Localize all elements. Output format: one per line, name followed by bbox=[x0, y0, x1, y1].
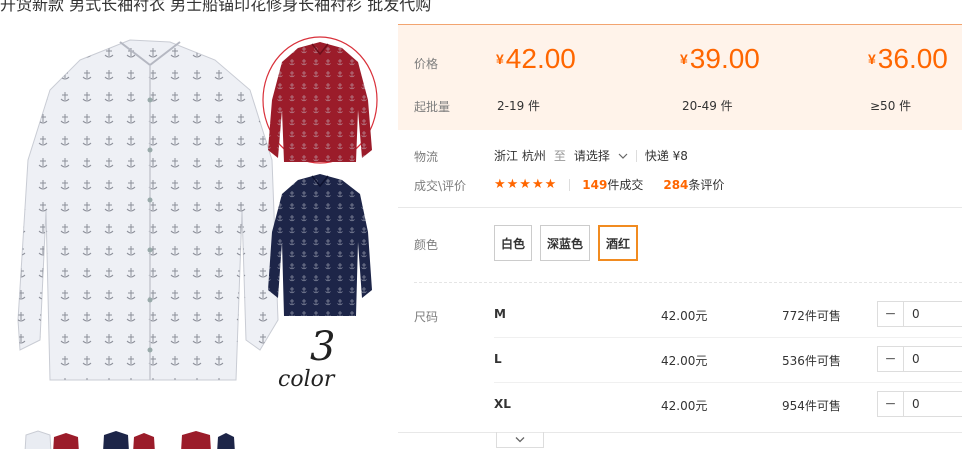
expand-sizes-button[interactable] bbox=[496, 432, 544, 448]
quantity-stepper: − 0 bbox=[877, 346, 962, 372]
chevron-down-icon bbox=[515, 437, 525, 443]
shipping-method: 快递 ¥8 bbox=[644, 149, 688, 163]
size-name: XL bbox=[494, 397, 511, 411]
size-name: M bbox=[494, 307, 506, 321]
rating-stars: ★★★★★ bbox=[494, 177, 558, 192]
qty-label: 起批量 bbox=[414, 100, 451, 114]
quantity-stepper: − 0 bbox=[877, 301, 962, 327]
color-options: 白色 深蓝色 酒红 bbox=[494, 225, 639, 261]
minus-button[interactable]: − bbox=[878, 392, 904, 416]
quantity-input[interactable]: 0 bbox=[904, 302, 962, 326]
price-tier-1: ¥42.00 bbox=[496, 43, 576, 74]
purchase-panel: 价格 起批量 ¥42.00 2-19 件 ¥39.00 20-49 件 ¥36.… bbox=[398, 24, 962, 449]
price-box: 价格 起批量 ¥42.00 2-19 件 ¥39.00 20-49 件 ¥36.… bbox=[398, 24, 962, 130]
product-gallery: 3 color bbox=[0, 20, 390, 449]
price-tier-2: ¥39.00 bbox=[680, 43, 760, 74]
navy-shirt bbox=[268, 174, 372, 316]
sold-count-link[interactable]: 149件成交 bbox=[582, 176, 643, 193]
deal-row: ★★★★★ 149件成交 284条评价 bbox=[494, 176, 724, 193]
chevron-down-icon bbox=[618, 153, 628, 159]
qty-tier-3: ≥50 件 bbox=[870, 99, 912, 113]
qty-tier-2: 20-49 件 bbox=[682, 99, 733, 113]
badge-number: 3 bbox=[310, 324, 335, 370]
quantity-input[interactable]: 0 bbox=[904, 347, 962, 371]
size-row-xl: XL 42.00元 954件可售 − 0 bbox=[398, 382, 962, 427]
thumbnail-strip bbox=[22, 425, 240, 449]
minus-button[interactable]: − bbox=[878, 347, 904, 371]
price-tier-3: ¥36.00 bbox=[868, 43, 948, 74]
thumbnail-navy-red[interactable] bbox=[100, 425, 162, 449]
white-shirt bbox=[17, 39, 279, 381]
main-product-image[interactable]: 3 color bbox=[10, 20, 382, 415]
thumbnail-white-red[interactable] bbox=[22, 425, 84, 449]
color-option-wine-red[interactable]: 酒红 bbox=[598, 225, 639, 261]
price-label: 价格 bbox=[414, 57, 439, 71]
logistics-row: 浙江 杭州 至 请选择 快递 ¥8 bbox=[494, 147, 688, 164]
red-shirt bbox=[268, 42, 372, 162]
color-option-white[interactable]: 白色 bbox=[494, 225, 533, 261]
product-title: 开货新款 男式长袖衬衣 男士船锚印花修身长袖衬衫 批发代购 bbox=[0, 0, 432, 14]
size-row-m: M 42.00元 772件可售 − 0 bbox=[398, 292, 962, 337]
deal-label: 成交\评价 bbox=[414, 179, 467, 193]
thumbnail-red-navy[interactable] bbox=[178, 425, 240, 449]
color-label: 颜色 bbox=[414, 238, 439, 252]
size-row-l: L 42.00元 536件可售 − 0 bbox=[398, 337, 962, 382]
qty-tier-1: 2-19 件 bbox=[497, 99, 541, 113]
section-divider bbox=[414, 282, 962, 283]
quantity-input[interactable]: 0 bbox=[904, 392, 962, 416]
destination-select[interactable]: 请选择 bbox=[574, 147, 628, 164]
badge-text: color bbox=[278, 367, 336, 392]
divider bbox=[635, 149, 637, 162]
quantity-stepper: − 0 bbox=[877, 391, 962, 417]
size-name: L bbox=[494, 352, 502, 366]
to-word: 至 bbox=[553, 149, 566, 163]
review-count-link[interactable]: 284条评价 bbox=[663, 176, 724, 193]
logistics-label: 物流 bbox=[414, 150, 439, 164]
origin-location: 浙江 杭州 bbox=[494, 149, 546, 163]
section-divider bbox=[398, 207, 962, 208]
divider bbox=[569, 178, 571, 191]
size-price: 42.00元 bbox=[661, 309, 708, 323]
section-divider bbox=[398, 432, 962, 433]
size-price: 42.00元 bbox=[661, 354, 708, 368]
size-price: 42.00元 bbox=[661, 399, 708, 413]
minus-button[interactable]: − bbox=[878, 302, 904, 326]
color-option-navy[interactable]: 深蓝色 bbox=[540, 225, 591, 261]
size-stock: 772件可售 bbox=[782, 309, 841, 323]
size-stock: 954件可售 bbox=[782, 399, 841, 413]
size-stock: 536件可售 bbox=[782, 354, 841, 368]
